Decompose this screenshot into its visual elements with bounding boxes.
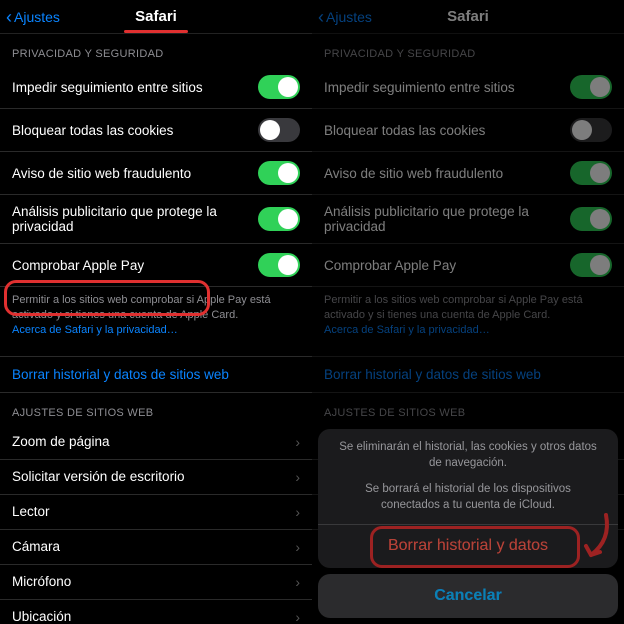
row-camera[interactable]: Cámara ›: [0, 530, 312, 565]
row-apple-pay[interactable]: Comprobar Apple Pay: [0, 244, 312, 287]
sheet-message-2: Se borrará el historial de los dispositi…: [318, 481, 618, 523]
row-label: Impedir seguimiento entre sitios: [324, 80, 570, 95]
row-label: Bloquear todas las cookies: [324, 123, 570, 138]
sheet-destructive-action[interactable]: Borrar historial y datos: [318, 524, 618, 568]
privacy-link[interactable]: Acerca de Safari y la privacidad…: [324, 324, 490, 336]
row-label: Lector: [12, 504, 295, 519]
toggle-apple-pay[interactable]: [570, 253, 612, 277]
toggle-block-cookies[interactable]: [258, 118, 300, 142]
nav-bar: ‹ Ajustes Safari: [312, 0, 624, 34]
toggle-apple-pay[interactable]: [258, 253, 300, 277]
toggle-privacy-ads[interactable]: [570, 207, 612, 231]
row-label: Zoom de página: [12, 434, 295, 449]
toggle-fraud-warning[interactable]: [258, 161, 300, 185]
row-label: Análisis publicitario que protege la pri…: [12, 204, 258, 234]
row-zoom[interactable]: Zoom de página ›: [0, 425, 312, 460]
clear-history-row[interactable]: Borrar historial y datos de sitios web: [312, 356, 624, 393]
section-header-privacy: PRIVACIDAD Y SEGURIDAD: [0, 34, 312, 66]
action-sheet-card: Se eliminarán el historial, las cookies …: [318, 429, 618, 568]
footer-text: Permitir a los sitios web comprobar si A…: [324, 294, 583, 321]
toggle-prevent-tracking[interactable]: [570, 75, 612, 99]
chevron-left-icon: ‹: [6, 8, 12, 26]
back-label: Ajustes: [326, 9, 372, 25]
row-prevent-tracking[interactable]: Impedir seguimiento entre sitios: [312, 66, 624, 109]
back-button[interactable]: ‹ Ajustes: [318, 0, 372, 34]
phone-left: ‹ Ajustes Safari PRIVACIDAD Y SEGURIDAD …: [0, 0, 312, 624]
chevron-right-icon: ›: [295, 574, 300, 590]
sheet-message-1: Se eliminarán el historial, las cookies …: [318, 429, 618, 481]
row-prevent-tracking[interactable]: Impedir seguimiento entre sitios: [0, 66, 312, 109]
back-label: Ajustes: [14, 9, 60, 25]
row-label: Ubicación: [12, 609, 295, 624]
clear-history-label: Borrar historial y datos de sitios web: [12, 367, 229, 382]
page-title: Safari: [447, 8, 489, 25]
chevron-right-icon: ›: [295, 609, 300, 624]
clear-history-row[interactable]: Borrar historial y datos de sitios web: [0, 356, 312, 393]
row-privacy-ads[interactable]: Análisis publicitario que protege la pri…: [312, 195, 624, 244]
row-block-cookies[interactable]: Bloquear todas las cookies: [0, 109, 312, 152]
chevron-right-icon: ›: [295, 504, 300, 520]
clear-history-label: Borrar historial y datos de sitios web: [324, 367, 541, 382]
page-title: Safari: [135, 8, 177, 25]
row-label: Solicitar versión de escritorio: [12, 469, 295, 484]
chevron-left-icon: ‹: [318, 8, 324, 26]
row-label: Aviso de sitio web fraudulento: [324, 166, 570, 181]
row-label: Micrófono: [12, 574, 295, 589]
footer-text: Permitir a los sitios web comprobar si A…: [12, 294, 271, 321]
row-label: Cámara: [12, 539, 295, 554]
row-apple-pay[interactable]: Comprobar Apple Pay: [312, 244, 624, 287]
chevron-right-icon: ›: [295, 539, 300, 555]
toggle-privacy-ads[interactable]: [258, 207, 300, 231]
action-sheet: Se eliminarán el historial, las cookies …: [312, 429, 624, 624]
row-label: Comprobar Apple Pay: [324, 258, 570, 273]
row-label: Análisis publicitario que protege la pri…: [324, 204, 570, 234]
row-privacy-ads[interactable]: Análisis publicitario que protege la pri…: [0, 195, 312, 244]
row-microphone[interactable]: Micrófono ›: [0, 565, 312, 600]
nav-bar: ‹ Ajustes Safari: [0, 0, 312, 34]
toggle-prevent-tracking[interactable]: [258, 75, 300, 99]
section-header-web: AJUSTES DE SITIOS WEB: [0, 393, 312, 425]
toggle-fraud-warning[interactable]: [570, 161, 612, 185]
privacy-link[interactable]: Acerca de Safari y la privacidad…: [12, 324, 178, 336]
section-header-privacy: PRIVACIDAD Y SEGURIDAD: [312, 34, 624, 66]
toggle-block-cookies[interactable]: [570, 118, 612, 142]
row-fraud-warning[interactable]: Aviso de sitio web fraudulento: [0, 152, 312, 195]
row-location[interactable]: Ubicación ›: [0, 600, 312, 624]
row-block-cookies[interactable]: Bloquear todas las cookies: [312, 109, 624, 152]
back-button[interactable]: ‹ Ajustes: [6, 0, 60, 34]
row-label: Bloquear todas las cookies: [12, 123, 258, 138]
chevron-right-icon: ›: [295, 469, 300, 485]
sheet-cancel-button[interactable]: Cancelar: [318, 574, 618, 618]
row-label: Impedir seguimiento entre sitios: [12, 80, 258, 95]
chevron-right-icon: ›: [295, 434, 300, 450]
row-label: Comprobar Apple Pay: [12, 258, 258, 273]
row-fraud-warning[interactable]: Aviso de sitio web fraudulento: [312, 152, 624, 195]
footer-note: Permitir a los sitios web comprobar si A…: [0, 287, 312, 342]
row-reader[interactable]: Lector ›: [0, 495, 312, 530]
annotation-underline: [124, 30, 188, 33]
row-label: Aviso de sitio web fraudulento: [12, 166, 258, 181]
row-desktop[interactable]: Solicitar versión de escritorio ›: [0, 460, 312, 495]
phone-right: ‹ Ajustes Safari PRIVACIDAD Y SEGURIDAD …: [312, 0, 624, 624]
section-header-web: AJUSTES DE SITIOS WEB: [312, 393, 624, 425]
footer-note: Permitir a los sitios web comprobar si A…: [312, 287, 624, 342]
